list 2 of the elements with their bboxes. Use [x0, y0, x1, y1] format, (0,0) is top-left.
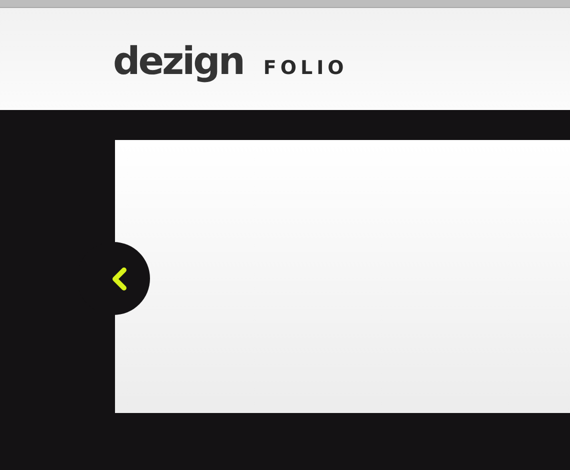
logo-wordmark[interactable]: dezign	[113, 42, 244, 80]
logo-tagline: FOLIO	[263, 56, 348, 81]
